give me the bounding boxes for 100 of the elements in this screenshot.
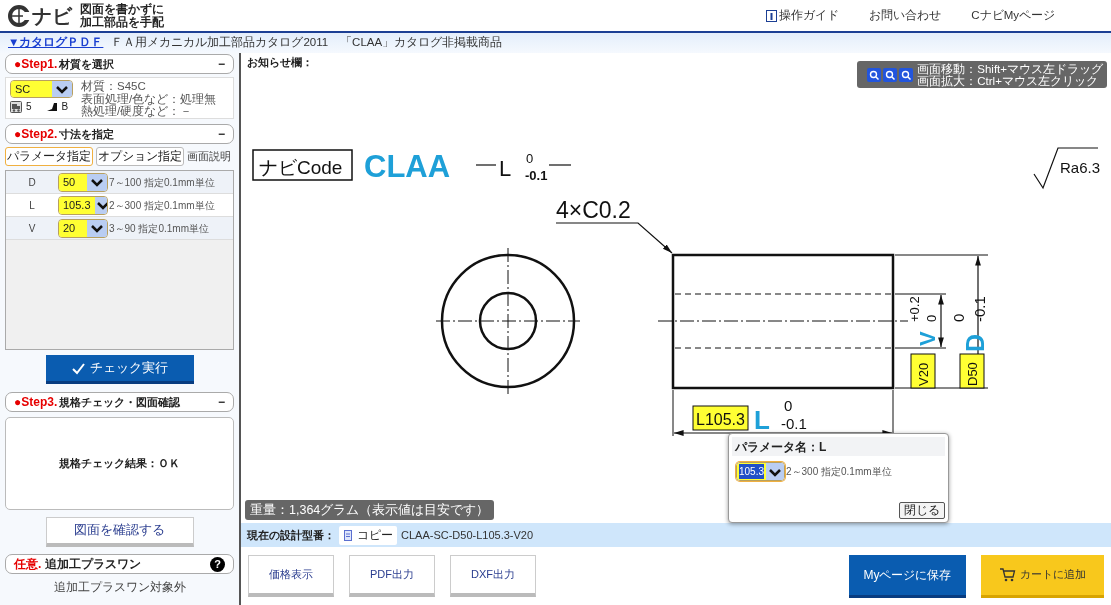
parameter-name: L (28, 198, 36, 213)
parameter-range: 2～300 指定0.1mm単位 (786, 465, 892, 479)
rank-label: B (61, 100, 69, 114)
tagline: 加工部品を手配 (80, 15, 164, 29)
zoom-in-button[interactable] (867, 67, 882, 82)
step-title: 寸法を指定 (59, 126, 115, 142)
copy-button[interactable]: コピー (339, 525, 397, 545)
popup-title: パラメータ名：L (732, 437, 945, 456)
model-number: CLAA-SC-D50-L105.3-V20 (401, 527, 534, 543)
check-button[interactable]: チェック実行 (45, 355, 194, 384)
material-detail: 熱処理/硬度など：－ (81, 105, 194, 118)
magnifier-icon (869, 69, 880, 80)
action-button[interactable]: DXF出力 (450, 555, 536, 597)
close-button[interactable]: 閉じる (899, 502, 945, 519)
nav-link[interactable]: CナビMyページ (971, 6, 1055, 25)
dimension-rule (475, 164, 497, 166)
magnifier-icon (901, 69, 912, 80)
tolerance-upper: 0 (784, 397, 793, 414)
checkmark-icon (71, 361, 86, 375)
parameter-row[interactable]: V 20 3～90 指定0.1mm単位 (6, 217, 233, 240)
add-to-cart-button[interactable]: カートに追加 (981, 554, 1104, 598)
tolerance-upper: 0 (950, 313, 967, 322)
code-label: ナビCode (252, 149, 353, 181)
confirm-drawing-button[interactable]: 図面を確認する (45, 517, 194, 547)
extension-line (894, 347, 947, 349)
material-detail: 表面処理/色など：処理無 (81, 92, 217, 105)
extension-line (894, 293, 947, 295)
collapse-toggle[interactable]: − (218, 396, 225, 408)
option-note: 追加工プラスワン対象外 (53, 579, 186, 596)
document-icon (343, 529, 353, 541)
zoom-out-button[interactable] (883, 67, 898, 82)
dimension-symbol: D (961, 333, 989, 352)
roughness-symbol (1033, 147, 1099, 190)
help-button[interactable]: ? (210, 556, 225, 572)
value-tag: V20 (910, 353, 936, 389)
parameter-range: 3～90 指定0.1mm単位 (109, 221, 210, 236)
parameter-row[interactable]: L 105.3 2～300 指定0.1mm単位 (6, 194, 233, 217)
save-button[interactable]: Myページに保存 (849, 554, 966, 598)
magnifier-icon (885, 69, 896, 80)
weight-label: 重量：1,364グラム（表示値は目安です） (245, 500, 495, 520)
parameter-select[interactable]: 50 (58, 172, 108, 192)
parameter-name: V (27, 221, 37, 236)
cart-icon (999, 567, 1016, 582)
chamfer-label: 4×C0.2 (556, 197, 631, 223)
info-icon (766, 9, 778, 22)
logo-text: ナビ (32, 5, 72, 26)
nav-link[interactable]: お問い合わせ (869, 6, 942, 25)
tolerance-upper: +0.2 (907, 296, 922, 322)
zoom-fit-button[interactable] (899, 67, 914, 82)
extension-line (672, 389, 674, 437)
step-title: 材質を選択 (59, 56, 115, 72)
tolerance-lower: 0 (924, 314, 939, 322)
check-result: 規格チェック結果：ＯＫ (59, 456, 180, 472)
parameter-row[interactable]: D 50 7～100 指定0.1mm単位 (6, 171, 233, 194)
step-title: 規格チェック・図面確認 (59, 394, 181, 410)
zoom-hint: 画面移動：Shift+マウス左ドラッグ (917, 62, 1103, 75)
boot-icon (45, 100, 58, 113)
dimension-symbol: L (499, 156, 512, 181)
material-select[interactable]: SC (10, 80, 73, 98)
help-link[interactable]: 画面説明 (187, 148, 231, 165)
mode-tab[interactable]: パラメータ指定 (5, 147, 93, 166)
tolerance-lower: -0.1 (971, 296, 988, 322)
zoom-hint: 画面拡大：Ctrl+マウス左クリック (917, 74, 1098, 87)
tagline: 図面を書かずに (80, 2, 164, 16)
truck-icon (10, 100, 22, 113)
parameter-select[interactable]: 105.3 (736, 462, 785, 481)
parameter-range: 7～100 指定0.1mm単位 (109, 175, 215, 190)
tolerance-lower: -0.1 (781, 415, 807, 432)
catalog-note: ＦＡ用メカニカル加工部品カタログ2011 「CLAA」カタログ非掲載商品 (111, 35, 503, 51)
material-detail: 材質：S45C (81, 80, 147, 93)
parameter-range: 2～300 指定0.1mm単位 (109, 198, 215, 213)
step-title: 追加工プラスワン (45, 556, 142, 573)
collapse-toggle[interactable]: − (218, 128, 225, 140)
action-button[interactable]: PDF出力 (349, 555, 435, 597)
parameter-select[interactable]: 20 (58, 218, 108, 238)
step-number-label: ●Step2. (14, 126, 58, 143)
roughness-label: Ra6.3 (1060, 159, 1101, 176)
target-logo-icon (8, 4, 30, 27)
action-button[interactable]: 価格表示 (248, 555, 334, 597)
parameter-name: D (27, 175, 37, 190)
model-number-label: 現在の設計型番： (247, 527, 335, 543)
value-tag: D50 (959, 353, 985, 389)
notice-label: お知らせ欄： (247, 55, 313, 70)
tolerance-upper: 0 (526, 151, 534, 166)
dimension-symbol: V (915, 331, 940, 346)
step-number-label: 任意. (14, 556, 42, 573)
value-tag: L105.3 (692, 405, 749, 431)
delivery-days: 5 (26, 99, 32, 114)
mode-tab[interactable]: オプション指定 (96, 147, 184, 166)
tolerance-lower: -0.1 (525, 168, 548, 183)
collapse-toggle[interactable]: − (218, 58, 225, 70)
dimension-symbol: L (754, 405, 770, 435)
catalog-pdf-link[interactable]: ▼カタログＰＤＦ (8, 34, 104, 52)
dimension-arrow (938, 294, 944, 348)
parameter-select[interactable]: 105.3 (58, 195, 108, 215)
step-number-label: ●Step3. (14, 394, 58, 411)
step-number-label: ●Step1. (14, 56, 58, 73)
dimension-rule (548, 164, 572, 166)
nav-link[interactable]: 操作ガイド (766, 6, 840, 25)
part-code: CLAA (364, 149, 451, 184)
